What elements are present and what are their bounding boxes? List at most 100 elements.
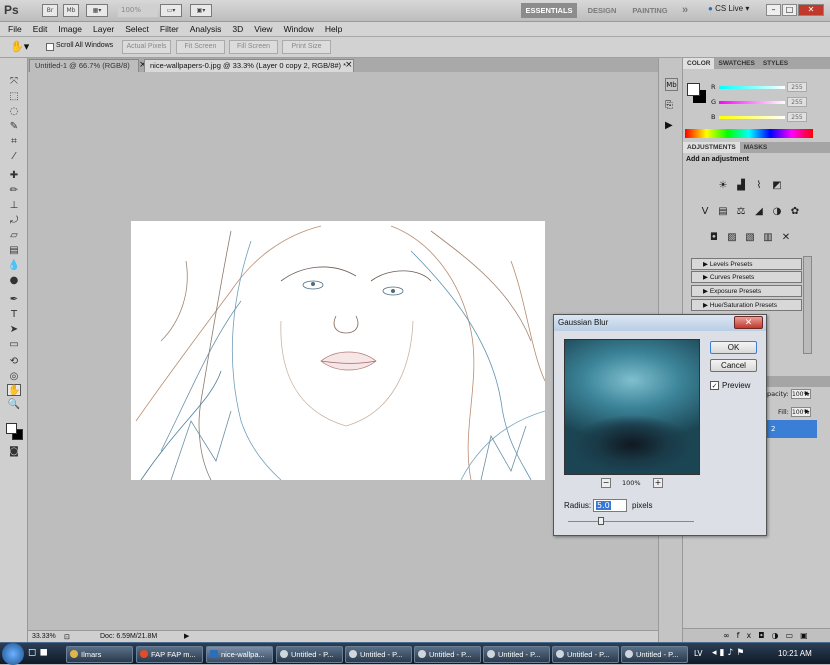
- bridge-icon[interactable]: Br: [42, 4, 58, 17]
- fill-arrow-icon[interactable]: ▶: [805, 408, 810, 415]
- workspace-painting[interactable]: PAINTING: [626, 3, 674, 18]
- menu-layer[interactable]: Layer: [93, 24, 114, 34]
- threshold-icon[interactable]: ▧: [743, 231, 757, 244]
- eyedropper-tool-icon[interactable]: ⁄: [7, 151, 21, 163]
- radius-slider-thumb[interactable]: [598, 517, 604, 525]
- eraser-tool-icon[interactable]: ▱: [7, 230, 21, 242]
- exposure-icon[interactable]: ◩: [770, 179, 784, 192]
- cancel-button[interactable]: Cancel: [710, 359, 757, 372]
- marquee-tool-icon[interactable]: ⬚: [7, 91, 21, 103]
- dialog-close-icon[interactable]: ✕: [734, 316, 763, 329]
- minimize-button[interactable]: –: [766, 4, 781, 16]
- print-size-button[interactable]: Print Size: [282, 40, 331, 54]
- zoom-out-button[interactable]: −: [601, 478, 611, 488]
- shape-tool-icon[interactable]: ▭: [7, 339, 21, 351]
- type-tool-icon[interactable]: T: [7, 309, 21, 321]
- menu-select[interactable]: Select: [125, 24, 149, 34]
- scroll-all-windows-checkbox[interactable]: [46, 43, 54, 51]
- invert-icon[interactable]: ◘: [707, 231, 721, 244]
- status-zoom[interactable]: 33.33%: [32, 631, 56, 642]
- menu-image[interactable]: Image: [58, 24, 82, 34]
- gradient-map-icon[interactable]: ▥: [761, 231, 775, 244]
- menu-analysis[interactable]: Analysis: [190, 24, 222, 34]
- brush-tool-icon[interactable]: ✏: [7, 185, 21, 197]
- workspace-design[interactable]: DESIGN: [582, 3, 622, 18]
- path-selection-tool-icon[interactable]: ➤: [7, 324, 21, 336]
- menu-file[interactable]: File: [8, 24, 22, 34]
- pen-tool-icon[interactable]: ✒: [7, 294, 21, 306]
- taskbar-item[interactable]: Untitled - P...: [345, 646, 412, 663]
- taskbar-item[interactable]: Untitled - P...: [483, 646, 550, 663]
- taskbar-item[interactable]: Untitled - P...: [621, 646, 688, 663]
- taskbar-item[interactable]: Untitled - P...: [276, 646, 343, 663]
- menu-view[interactable]: View: [254, 24, 272, 34]
- gradient-tool-icon[interactable]: ▤: [7, 245, 21, 257]
- vibrance-icon[interactable]: V: [698, 205, 712, 218]
- channel-mixer-icon[interactable]: ✿: [788, 205, 802, 218]
- exposure-presets-row[interactable]: ▶ Exposure Presets: [691, 285, 802, 297]
- blur-tool-icon[interactable]: 💧: [7, 260, 21, 272]
- workspace-essentials[interactable]: ESSENTIALS: [521, 3, 577, 18]
- curves-icon[interactable]: ⌇: [752, 179, 766, 192]
- restore-button[interactable]: □: [782, 4, 797, 16]
- start-orb-icon[interactable]: [2, 643, 24, 665]
- fill-screen-button[interactable]: Fill Screen: [229, 40, 278, 54]
- taskbar-item[interactable]: FAP FAP m...: [136, 646, 203, 663]
- layers-footer-icons[interactable]: ∞fx◘◑▭▣🗑: [683, 628, 830, 653]
- tab-nice-wallpapers[interactable]: nice-wallpapers-0.jpg @ 33.3% (Layer 0 c…: [144, 59, 354, 72]
- b-value[interactable]: 255: [787, 112, 807, 122]
- move-tool-icon[interactable]: ⤧: [7, 76, 21, 88]
- taskbar-item[interactable]: Untitled - P...: [552, 646, 619, 663]
- close-button[interactable]: ✕: [798, 4, 824, 16]
- tab-color[interactable]: COLOR: [683, 58, 715, 69]
- history-panel-icon[interactable]: ⎘: [665, 100, 673, 111]
- preview-checkbox[interactable]: ✓: [710, 381, 719, 390]
- tab-swatches[interactable]: SWATCHES: [714, 58, 758, 69]
- clone-stamp-tool-icon[interactable]: ⊥: [7, 200, 21, 212]
- menu-edit[interactable]: Edit: [33, 24, 48, 34]
- quick-launch-icons[interactable]: ◻ ◼: [28, 647, 48, 658]
- photo-filter-icon[interactable]: ◑: [770, 205, 784, 218]
- color-foreground-swatch[interactable]: [687, 83, 700, 96]
- 3d-orbit-tool-icon[interactable]: ◎: [7, 371, 21, 383]
- screen-mode-icon[interactable]: ▣▾: [190, 4, 212, 17]
- 3d-rotate-tool-icon[interactable]: ⟲: [7, 356, 21, 368]
- actual-pixels-button[interactable]: Actual Pixels: [122, 40, 171, 54]
- black-white-icon[interactable]: ◢: [752, 205, 766, 218]
- quick-mask-icon[interactable]: ◙: [7, 446, 21, 458]
- zoom-level-display[interactable]: 100%: [118, 4, 158, 17]
- hand-tool-preset-icon[interactable]: ✋▾: [10, 40, 29, 53]
- r-value[interactable]: 255: [787, 82, 807, 92]
- menu-filter[interactable]: Filter: [160, 24, 179, 34]
- taskbar-item[interactable]: Untitled - P...: [414, 646, 481, 663]
- g-value[interactable]: 255: [787, 97, 807, 107]
- g-slider[interactable]: [719, 101, 785, 104]
- color-spectrum-ramp[interactable]: [685, 129, 813, 138]
- zoom-tool-icon[interactable]: 🔍: [7, 399, 21, 411]
- tab-untitled-1[interactable]: Untitled-1 @ 66.7% (RGB/8): [29, 59, 139, 72]
- curves-presets-row[interactable]: ▶ Curves Presets: [691, 271, 802, 283]
- fit-screen-button[interactable]: Fit Screen: [176, 40, 225, 54]
- menu-help[interactable]: Help: [325, 24, 342, 34]
- quick-select-tool-icon[interactable]: ✎: [7, 121, 21, 133]
- selective-color-icon[interactable]: ✕: [779, 231, 793, 244]
- levels-presets-row[interactable]: ▶ Levels Presets: [691, 258, 802, 270]
- clock[interactable]: 10:21 AM: [778, 649, 812, 658]
- mini-bridge-icon[interactable]: Mb: [63, 4, 79, 17]
- zoom-in-button[interactable]: +: [653, 478, 663, 488]
- r-slider[interactable]: [719, 86, 785, 89]
- opacity-arrow-icon[interactable]: ▶: [805, 390, 810, 397]
- history-brush-tool-icon[interactable]: ⤾: [7, 215, 21, 227]
- actions-panel-icon[interactable]: ▶: [665, 120, 673, 131]
- taskbar-item[interactable]: nice-wallpa...: [206, 646, 273, 663]
- levels-icon[interactable]: ▟: [734, 179, 748, 192]
- menu-window[interactable]: Window: [284, 24, 314, 34]
- lasso-tool-icon[interactable]: ◌: [7, 106, 21, 118]
- tab-close-icon[interactable]: ×: [345, 60, 353, 70]
- layer-row-selected[interactable]: 2: [767, 420, 817, 438]
- arrange-documents-icon[interactable]: ▭▾: [160, 4, 182, 17]
- cs-live-menu[interactable]: ● CS Live ▾: [708, 4, 749, 13]
- tab-masks[interactable]: MASKS: [740, 142, 771, 153]
- color-balance-icon[interactable]: ⚖: [734, 205, 748, 218]
- presets-scrollbar[interactable]: [803, 256, 812, 354]
